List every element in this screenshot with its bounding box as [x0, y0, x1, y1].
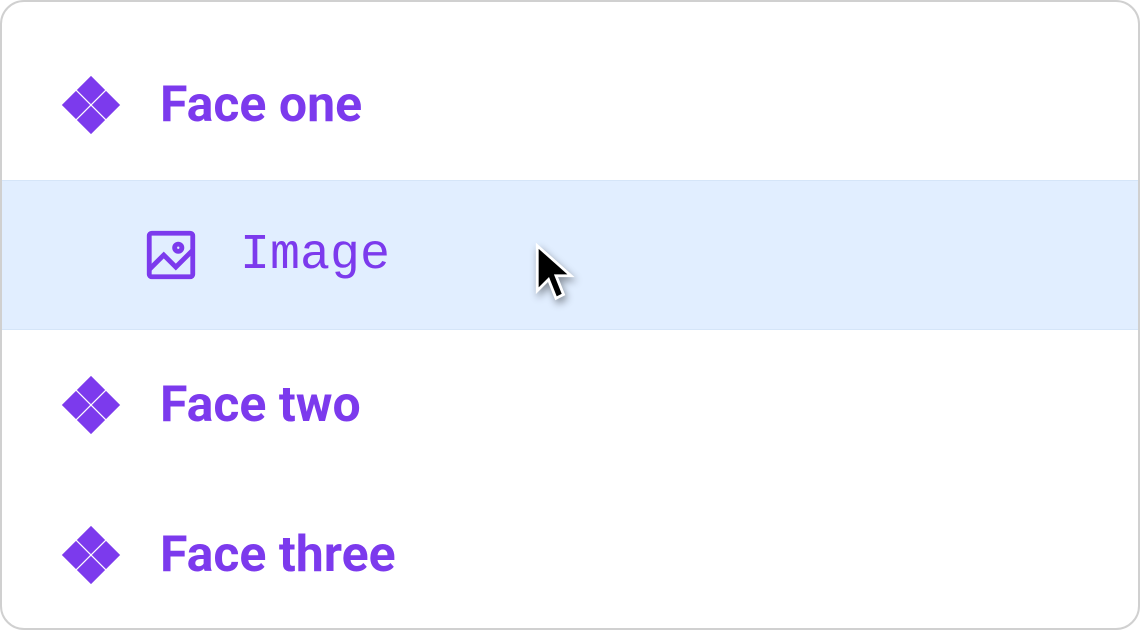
component-icon — [62, 376, 120, 434]
layer-item-face-three[interactable]: Face three — [2, 480, 1138, 630]
component-icon — [62, 526, 120, 584]
layer-label: Face three — [160, 526, 396, 584]
layer-label: Face one — [160, 76, 362, 134]
layer-label: Image — [240, 227, 390, 284]
component-icon — [62, 76, 120, 134]
layer-label: Face two — [160, 376, 361, 434]
layer-item-image[interactable]: Image — [2, 180, 1138, 330]
layer-item-face-one[interactable]: Face one — [2, 30, 1138, 180]
image-icon — [142, 226, 200, 284]
layer-item-face-two[interactable]: Face two — [2, 330, 1138, 480]
layer-list: Face one Image Face two Face three — [2, 2, 1138, 630]
